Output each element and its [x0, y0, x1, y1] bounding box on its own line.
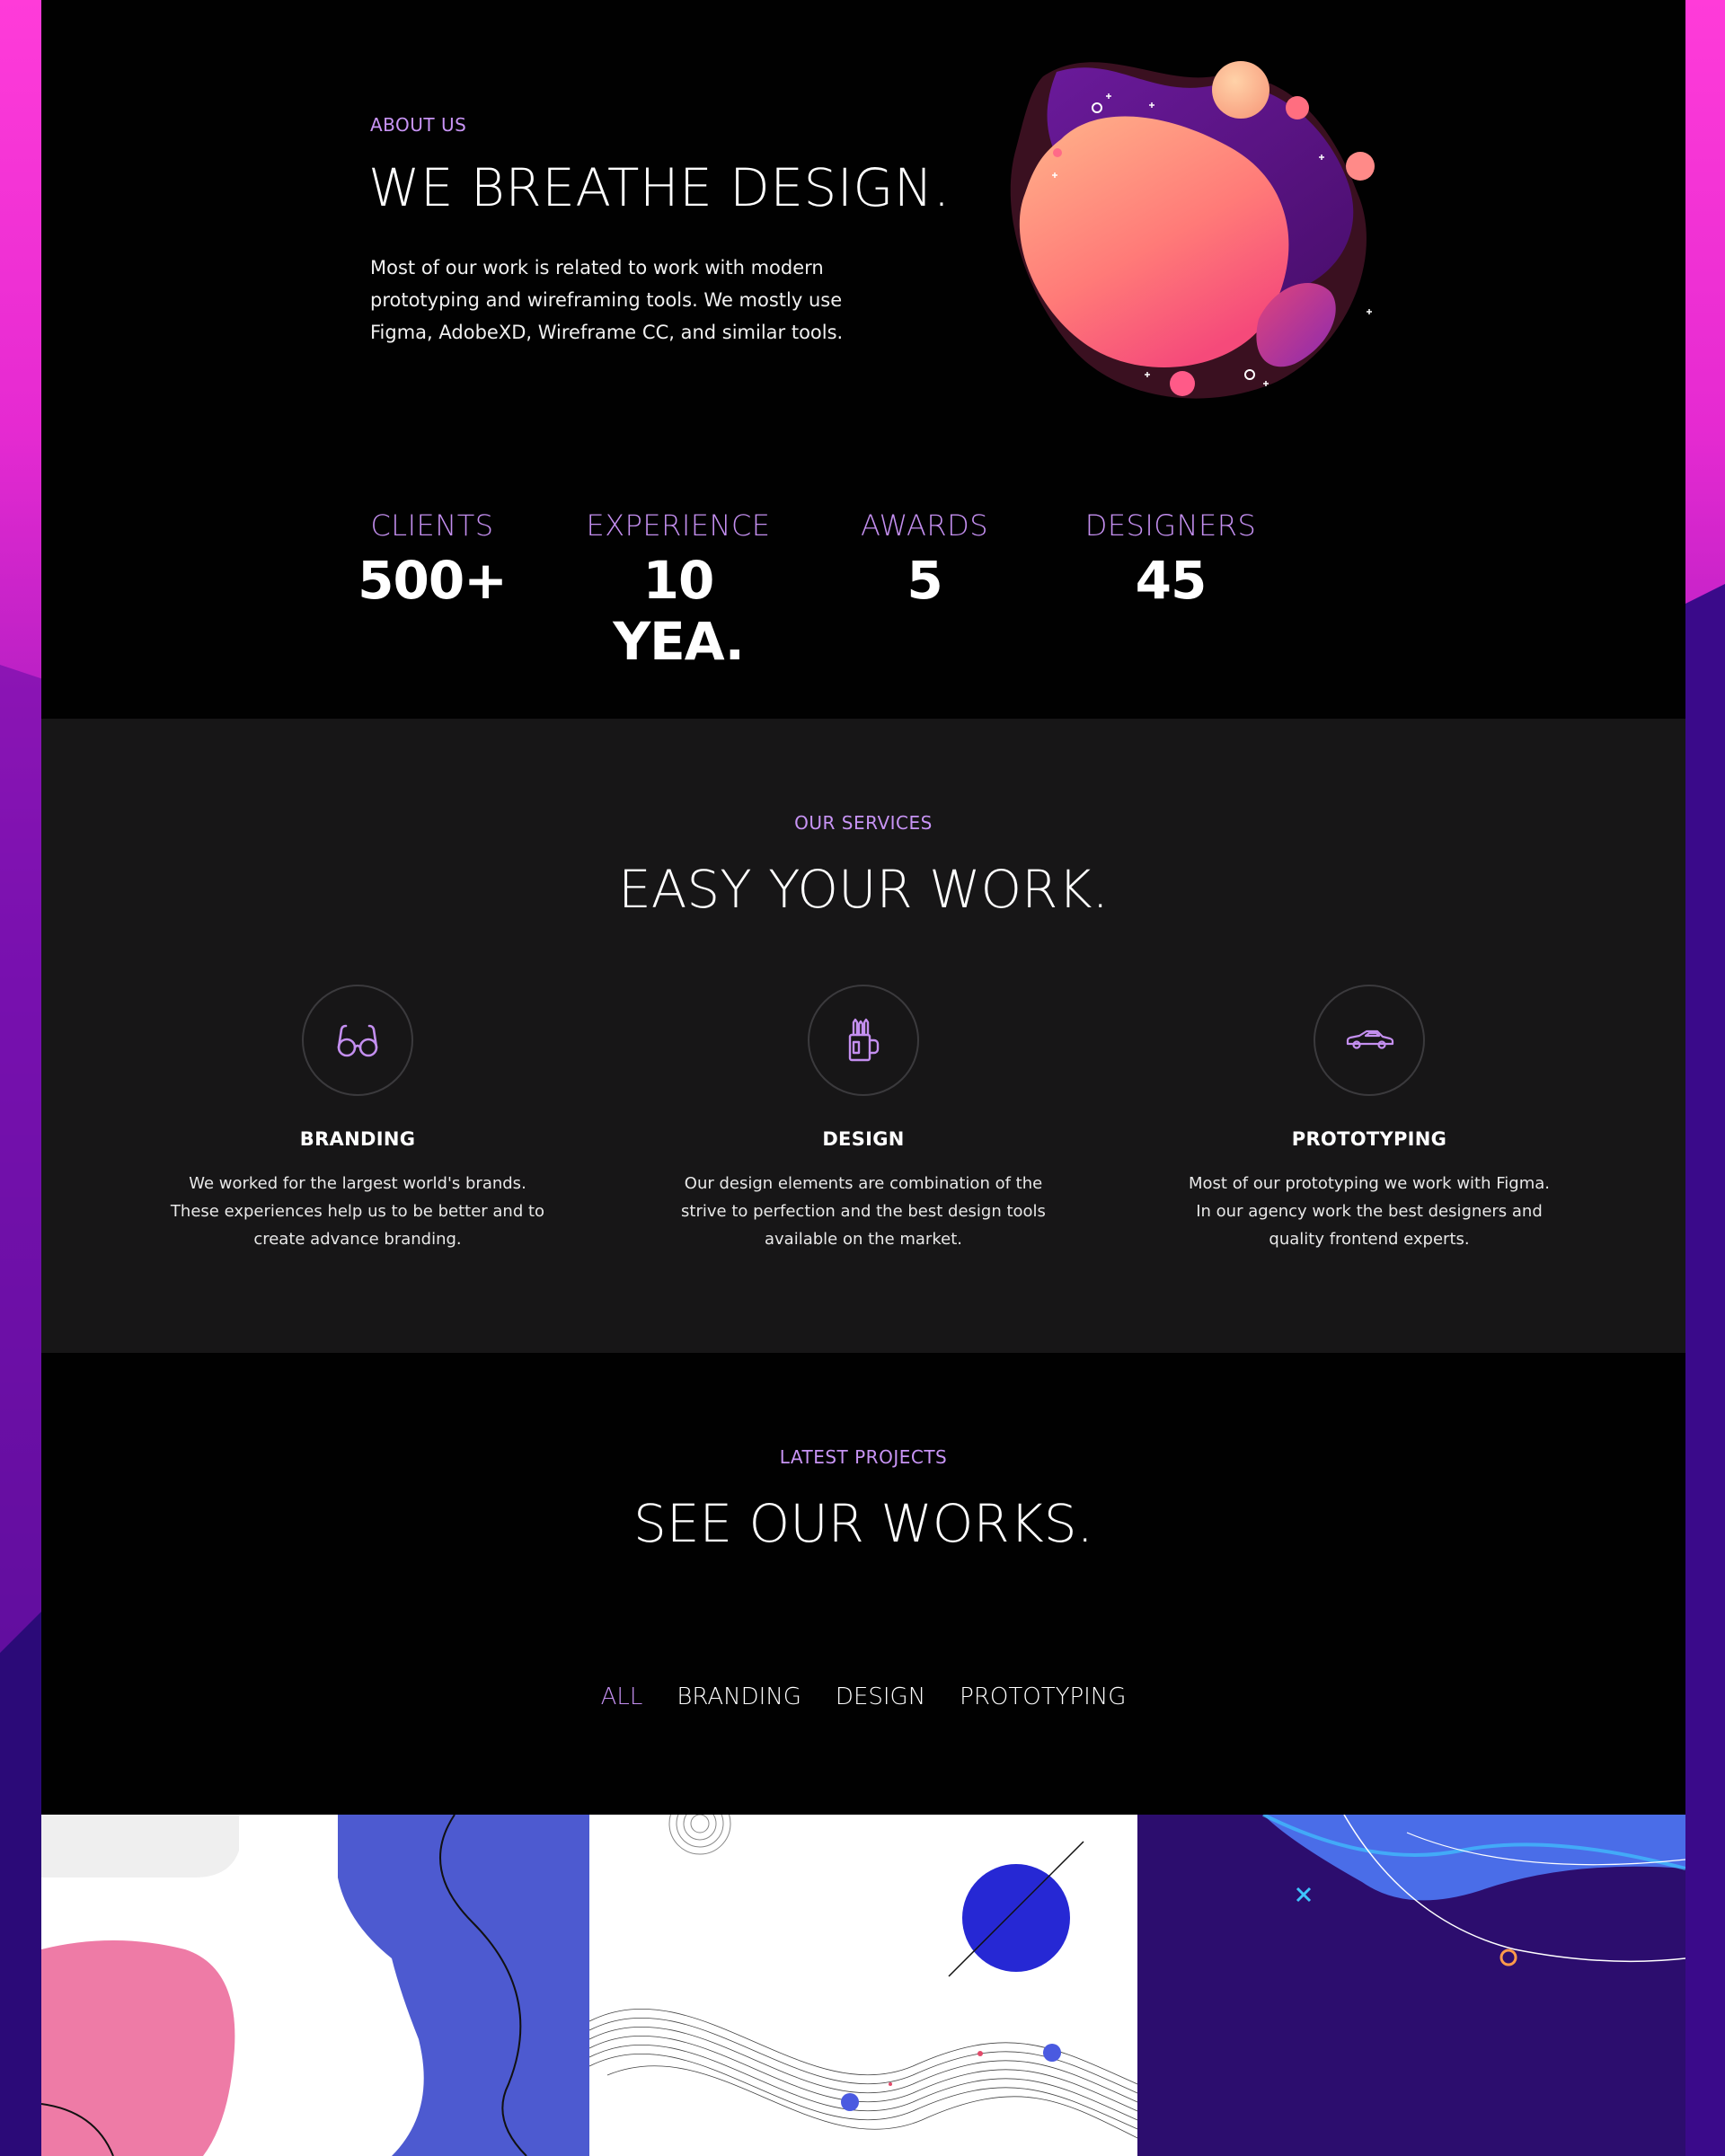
service-title: DESIGN: [822, 1128, 905, 1150]
service-prototyping: PROTOTYPING Most of our prototyping we w…: [1181, 985, 1558, 1253]
about-eyebrow: ABOUT US: [370, 114, 467, 136]
stat-value: 500+: [358, 550, 508, 611]
project-thumbnail[interactable]: [41, 1815, 589, 2156]
stat-label: EXPERIENCE: [586, 508, 771, 543]
abstract-watercolor-image: [41, 1815, 589, 2156]
stat-designers: DESIGNERS 45: [1067, 508, 1274, 611]
services-section: OUR SERVICES EASY YOUR WORK. BRANDING We…: [41, 719, 1685, 1353]
projects-section: LATEST PROJECTS SEE OUR WORKS. ALL BRAND…: [41, 1353, 1685, 1816]
stat-label: AWARDS: [860, 508, 989, 543]
stat-value: 10 YEA.: [613, 550, 745, 672]
stat-label: CLIENTS: [370, 508, 494, 543]
about-title: WE BREATHE DESIGN.: [368, 157, 951, 218]
stat-label: DESIGNERS: [1084, 508, 1257, 543]
stat-value: 5: [907, 550, 942, 611]
services-eyebrow: OUR SERVICES: [794, 812, 933, 834]
project-gallery: [41, 1815, 1685, 2156]
service-description: Most of our prototyping we work with Fig…: [1189, 1174, 1550, 1249]
projects-eyebrow: LATEST PROJECTS: [779, 1446, 948, 1468]
about-section: ABOUT US WE BREATHE DESIGN. Most of our …: [41, 0, 1685, 719]
stat-experience: EXPERIENCE 10 YEA.: [575, 508, 782, 672]
project-thumbnail[interactable]: [589, 1815, 1137, 2156]
abstract-blob-illustration: [1010, 61, 1375, 399]
projects-title: SEE OUR WORKS.: [633, 1493, 1093, 1554]
stat-clients: CLIENTS 500+: [329, 508, 535, 611]
service-description: We worked for the largest world's brands…: [170, 1174, 545, 1249]
service-branding: BRANDING We worked for the largest world…: [169, 985, 546, 1253]
abstract-purple-gradient-image: [1137, 1815, 1685, 2156]
stat-awards: AWARDS 5: [821, 508, 1028, 611]
page-content: ABOUT US WE BREATHE DESIGN. Most of our …: [41, 0, 1685, 2156]
filter-branding[interactable]: BRANDING: [677, 1683, 801, 1710]
service-title: PROTOTYPING: [1291, 1128, 1447, 1150]
service-icon-circle: [302, 985, 413, 1096]
filter-all[interactable]: ALL: [601, 1683, 643, 1710]
service-icon-circle: [808, 985, 919, 1096]
about-description: Most of our work is related to work with…: [370, 257, 844, 343]
services-title: EASY YOUR WORK.: [618, 859, 1109, 920]
filter-prototyping[interactable]: PROTOTYPING: [960, 1683, 1126, 1710]
service-icon-circle: [1314, 985, 1425, 1096]
service-description: Our design elements are combination of t…: [681, 1174, 1046, 1249]
service-title: BRANDING: [299, 1128, 416, 1150]
filter-design[interactable]: DESIGN: [836, 1683, 925, 1710]
glasses-icon: [337, 1024, 378, 1057]
project-filters: ALL BRANDING DESIGN PROTOTYPING: [41, 1683, 1685, 1710]
car-icon: [1346, 1029, 1394, 1049]
abstract-wave-lines-image: [589, 1815, 1137, 2156]
stat-value: 45: [1135, 550, 1208, 611]
service-design: DESIGN Our design elements are combinati…: [675, 985, 1052, 1253]
project-thumbnail[interactable]: [1137, 1815, 1685, 2156]
pencil-mug-icon: [848, 1018, 880, 1062]
